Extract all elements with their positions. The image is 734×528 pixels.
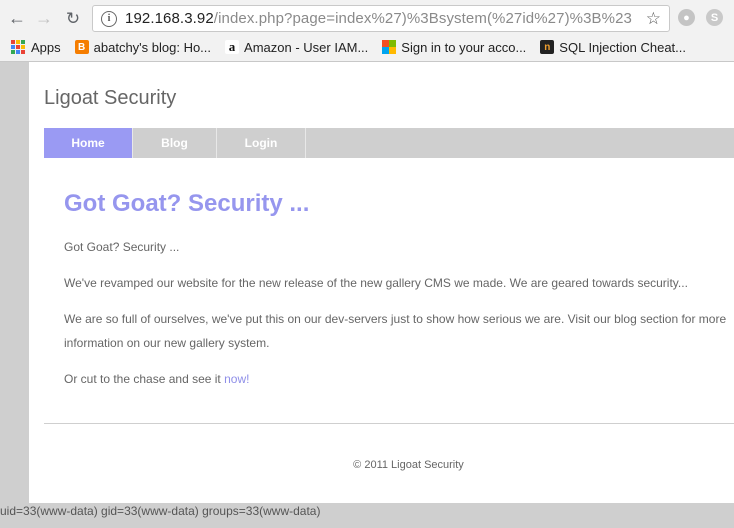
footer-copyright: © 2011 Ligoat Security <box>353 459 464 471</box>
bookmark-label: SQL Injection Cheat... <box>559 39 686 55</box>
bookmark-label: Amazon - User IAM... <box>244 39 369 55</box>
info-icon[interactable]: i <box>101 10 117 27</box>
main-nav: Home Blog Login <box>44 128 734 158</box>
nav-blog[interactable]: Blog <box>133 128 217 158</box>
amazon-icon: a <box>225 39 240 54</box>
command-output: uid=33(www-data) gid=33(www-data) groups… <box>0 503 734 528</box>
browser-chrome: ← → ↻ i 192.168.3.92/index.php?page=inde… <box>0 0 734 62</box>
bookmark-label: abatchy's blog: Ho... <box>93 39 212 55</box>
skype-extension-icon[interactable]: S <box>706 9 723 26</box>
address-bar[interactable]: i 192.168.3.92/index.php?page=index%27)%… <box>92 5 670 32</box>
web-page: Ligoat Security Home Blog Login Got Goat… <box>29 62 734 503</box>
sqli-site-icon: n <box>540 40 555 54</box>
forward-arrow-icon[interactable]: → <box>33 7 55 29</box>
url-host: 192.168.3.92 <box>125 10 214 27</box>
intro-paragraph: Got Goat? Security ... <box>64 240 180 254</box>
bookmark-amazon-iam[interactable]: a Amazon - User IAM... <box>225 39 369 55</box>
footer-divider <box>44 423 734 424</box>
globe-extension-icon[interactable]: ● <box>678 9 695 26</box>
nav-login[interactable]: Login <box>217 128 306 158</box>
cta-paragraph: Or cut to the chase and see it now! <box>64 367 734 391</box>
microsoft-icon <box>382 40 397 54</box>
bookmark-microsoft-signin[interactable]: Sign in to your acco... <box>382 40 526 55</box>
bookmarks-bar: Apps B abatchy's blog: Ho... a Amazon - … <box>0 36 734 58</box>
bookmark-abatchy-blog[interactable]: B abatchy's blog: Ho... <box>74 39 212 55</box>
browser-toolbar: ← → ↻ i 192.168.3.92/index.php?page=inde… <box>0 0 734 36</box>
bookmark-label: Apps <box>31 39 61 55</box>
bookmark-sql-injection-cheat[interactable]: n SQL Injection Cheat... <box>540 40 686 55</box>
revamp-paragraph: We've revamped our website for the new r… <box>64 276 688 290</box>
bookmark-label: Sign in to your acco... <box>401 39 527 55</box>
back-arrow-icon[interactable]: ← <box>6 7 28 29</box>
dev-server-paragraph: We are so full of ourselves, we've put t… <box>64 312 727 350</box>
bookmark-star-icon[interactable]: ☆ <box>646 9 661 29</box>
url-text[interactable]: 192.168.3.92/index.php?page=index%27)%3B… <box>125 10 632 27</box>
reload-icon[interactable]: ↻ <box>62 7 84 29</box>
blogger-icon: B <box>74 40 89 54</box>
apps-grid-icon <box>11 40 25 54</box>
now-link[interactable]: now! <box>224 372 249 386</box>
page-heading: Got Goat? Security ... <box>64 190 310 217</box>
url-path: /index.php?page=index%27)%3Bsystem(%27id… <box>213 10 632 27</box>
nav-home[interactable]: Home <box>44 128 133 158</box>
cta-text: Or cut to the chase and see it <box>64 372 225 386</box>
site-title: Ligoat Security <box>44 87 177 109</box>
bookmark-apps[interactable]: Apps <box>11 40 61 55</box>
